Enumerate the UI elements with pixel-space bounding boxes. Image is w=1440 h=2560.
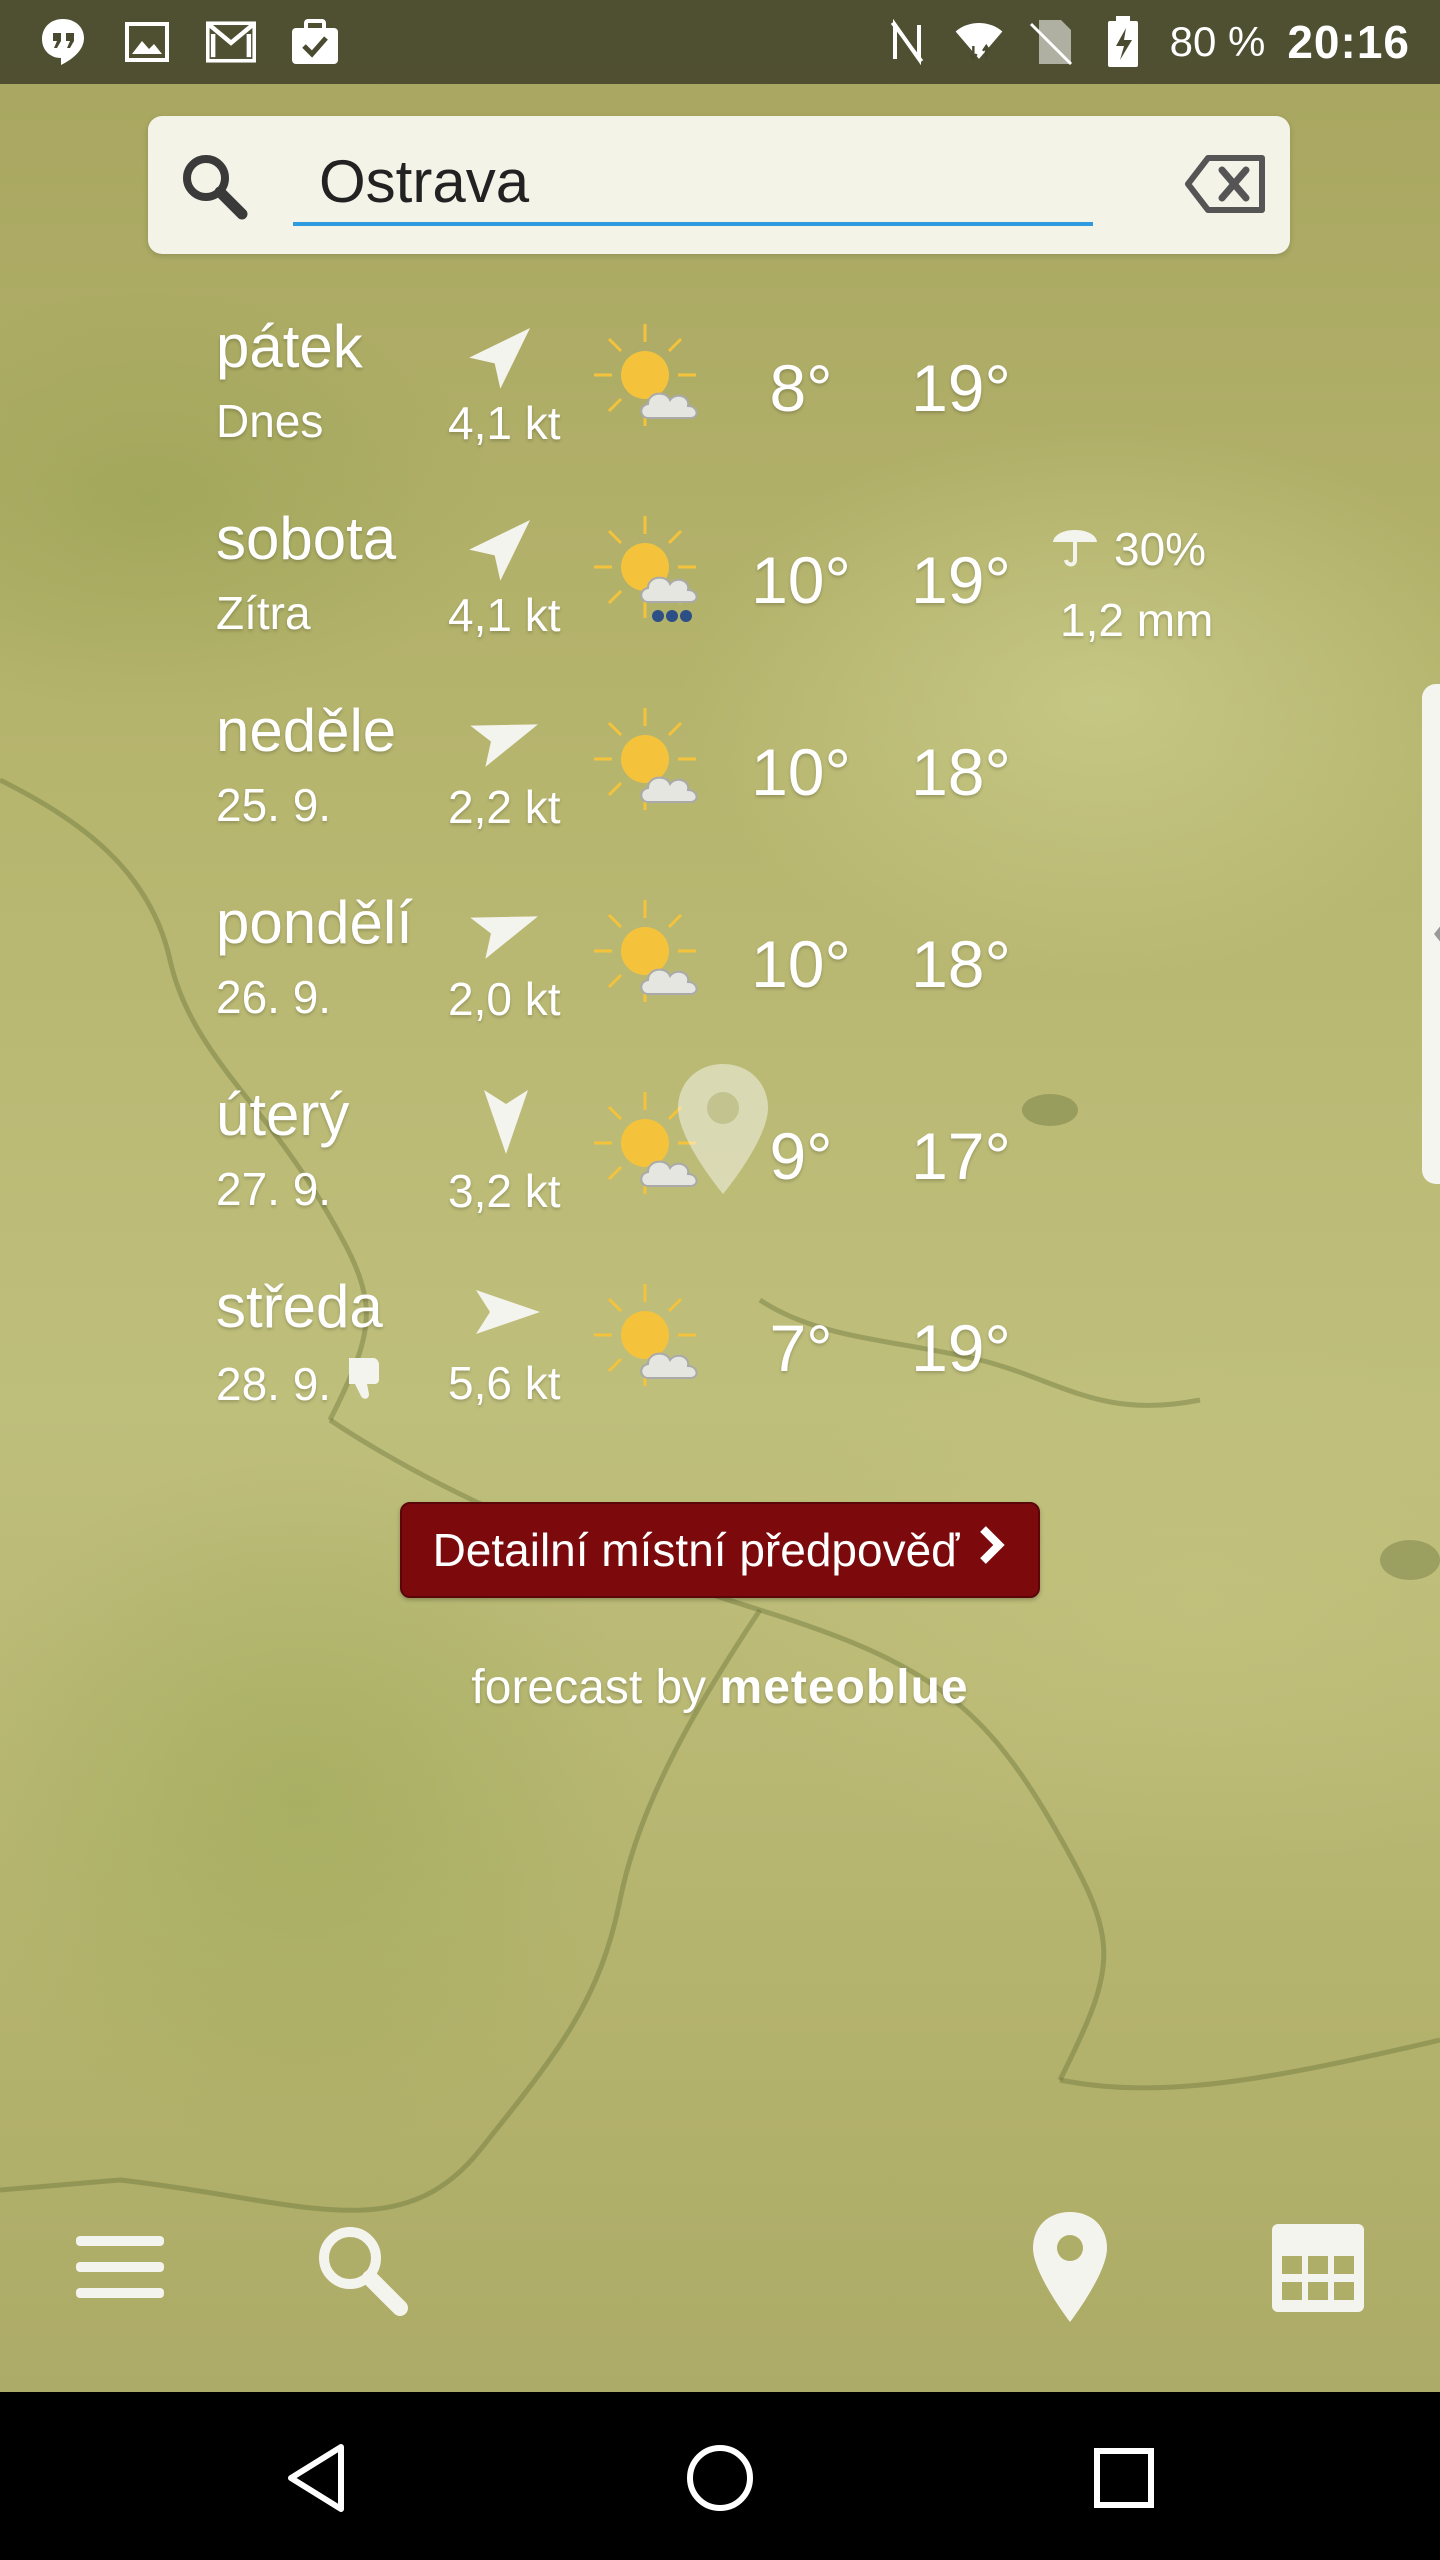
chevron-right-icon (977, 1520, 1007, 1580)
temperature-max: 19° (911, 1311, 1011, 1385)
day-date: 27. 9. (216, 1162, 331, 1216)
wind-speed: 4,1 kt (448, 397, 561, 449)
sun-cloud-icon (590, 896, 720, 1026)
day-date-text: 27. 9. (216, 1163, 332, 1215)
calendar-grid-icon[interactable] (1258, 2208, 1378, 2328)
day-name: pondělí (216, 889, 413, 956)
image-icon (122, 17, 172, 67)
day-date: 25. 9. (216, 778, 331, 832)
day-date: 26. 9. (216, 970, 331, 1024)
wind-speed: 2,2 kt (448, 781, 561, 833)
search-bar (148, 116, 1290, 254)
no-sim-icon (1026, 17, 1076, 67)
umbrella-icon (1050, 518, 1100, 579)
day-date: 28. 9. (216, 1354, 387, 1413)
battery-charging-icon (1098, 16, 1148, 67)
forecast-row[interactable]: sobota Zítra 4,1 kt 10° 19° 30% 1,2 mm (0, 498, 1440, 690)
temperature-max: 17° (911, 1119, 1011, 1193)
wind-speed: 4,1 kt (448, 589, 561, 641)
sun-cloud-icon (590, 1280, 720, 1410)
wind-speed: 2,0 kt (448, 973, 561, 1025)
precipitation-amount: 1,2 mm (1060, 594, 1214, 646)
detailed-forecast-label: Detailní místní předpověď (432, 1524, 960, 1576)
wind-direction-icon (466, 1272, 546, 1352)
hangouts-icon (38, 17, 88, 67)
recents-icon[interactable] (1076, 2430, 1172, 2526)
back-icon[interactable] (268, 2430, 364, 2526)
forecast-row[interactable]: pátek Dnes 4,1 kt 8° 19° (0, 306, 1440, 498)
wind-speed: 3,2 kt (448, 1165, 561, 1217)
forecast-credit[interactable]: forecast by meteoblue (0, 1660, 1440, 1715)
gmail-icon (206, 17, 256, 67)
day-name: středa (216, 1273, 383, 1340)
backspace-icon[interactable] (1184, 154, 1268, 214)
home-icon[interactable] (672, 2430, 768, 2526)
day-date-text: 28. 9. (216, 1357, 332, 1410)
day-date-text: 25. 9. (216, 779, 332, 831)
wind-speed: 5,6 kt (448, 1357, 561, 1409)
nfc-icon (882, 17, 932, 67)
temperature-min: 10° (751, 927, 851, 1001)
map-location-pin-icon (668, 1060, 778, 1200)
side-drawer-handle[interactable] (1422, 684, 1440, 1184)
search-map-icon[interactable] (300, 2208, 420, 2328)
detailed-forecast-button[interactable]: Detailní místní předpověď (400, 1502, 1040, 1598)
credit-prefix: forecast by (471, 1661, 707, 1714)
temperature-max: 19° (911, 543, 1011, 617)
temperature-min: 10° (751, 735, 851, 809)
temperature-min: 8° (769, 351, 833, 425)
menu-icon[interactable] (60, 2208, 180, 2328)
wind-direction-icon (466, 1080, 546, 1160)
day-date-text: Dnes (216, 395, 324, 447)
precipitation-chance: 30% (1114, 522, 1207, 575)
task-icon (290, 17, 340, 67)
day-date-text: 26. 9. (216, 971, 332, 1023)
clock: 20:16 (1287, 16, 1410, 68)
wind-direction-icon (466, 504, 546, 584)
temperature-max: 18° (911, 735, 1011, 809)
location-pin-icon[interactable] (1010, 2208, 1130, 2328)
precipitation: 30% 1,2 mm (1050, 518, 1213, 647)
day-name: úterý (216, 1081, 350, 1148)
day-name: neděle (216, 697, 397, 764)
forecast-row[interactable]: středa 28. 9. 5,6 kt 7° 19° (0, 1266, 1440, 1458)
wifi-icon (954, 17, 1004, 67)
temperature-max: 19° (911, 351, 1011, 425)
forecast-row[interactable]: neděle 25. 9. 2,2 kt 10° 18° (0, 690, 1440, 882)
sun-cloud-rain-icon (590, 512, 720, 642)
search-input[interactable] (293, 140, 1093, 226)
day-name: sobota (216, 505, 397, 572)
sun-cloud-icon (590, 320, 720, 450)
status-bar: 80 % 20:16 (0, 0, 1440, 84)
wind-direction-icon (466, 696, 546, 776)
navigation-bar (0, 2392, 1440, 2560)
day-date-text: Zítra (216, 587, 311, 639)
battery-percent: 80 % (1169, 18, 1266, 65)
sun-cloud-icon (590, 704, 720, 834)
meteoblue-logo: meteoblue (719, 1661, 969, 1714)
temperature-min: 7° (769, 1311, 833, 1385)
temperature-min: 10° (751, 543, 851, 617)
temperature-max: 18° (911, 927, 1011, 1001)
wind-direction-icon (466, 312, 546, 392)
thumbs-down-icon (343, 1354, 387, 1413)
day-name: pátek (216, 313, 363, 380)
search-icon[interactable] (178, 150, 250, 222)
forecast-row[interactable]: pondělí 26. 9. 2,0 kt 10° 18° (0, 882, 1440, 1074)
day-date: Zítra (216, 586, 311, 640)
day-date: Dnes (216, 394, 323, 448)
wind-direction-icon (466, 888, 546, 968)
